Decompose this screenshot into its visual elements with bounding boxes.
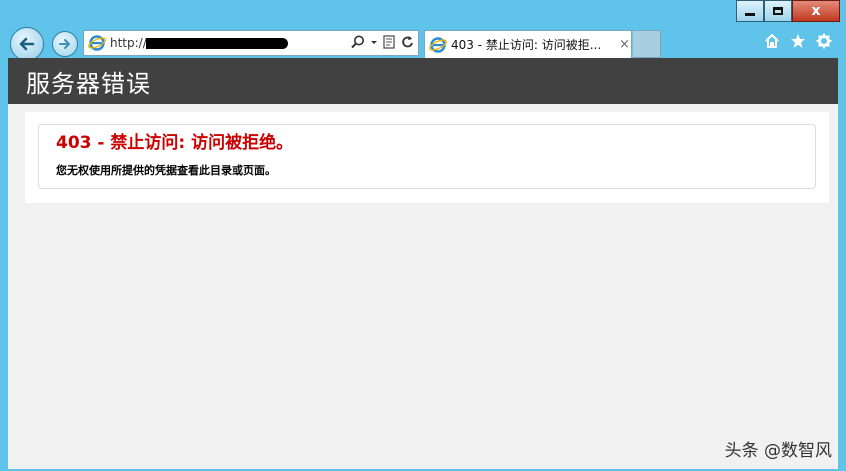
page-title: 服务器错误 (26, 69, 151, 98)
address-bar[interactable]: http://w (83, 30, 419, 56)
window-controls: x (736, 0, 840, 22)
minimize-icon (745, 12, 755, 16)
address-tools (350, 34, 414, 50)
compatibility-view-icon[interactable] (382, 34, 396, 50)
maximize-button[interactable] (764, 0, 792, 22)
error-description: 您无权使用所提供的凭据查看此目录或页面。 (56, 164, 276, 177)
new-tab-button[interactable] (633, 30, 661, 58)
url-redaction (146, 38, 288, 49)
browser-toolbar-right (764, 33, 832, 49)
tab-active[interactable]: 403 - 禁止访问: 访问被拒... × (424, 30, 632, 58)
watermark: 头条 @数智风 (724, 441, 832, 461)
ie-logo-icon (429, 36, 447, 53)
dropdown-icon[interactable] (370, 34, 378, 50)
ie-logo-icon (88, 35, 106, 51)
minimize-button[interactable] (736, 0, 764, 22)
page-header: 服务器错误 (8, 58, 838, 104)
refresh-icon[interactable] (400, 34, 414, 50)
error-heading: 403 - 禁止访问: 访问被拒绝。 (56, 133, 294, 153)
forward-button[interactable] (52, 31, 78, 57)
forward-arrow-icon (59, 39, 70, 49)
page-viewport: 服务器错误 403 - 禁止访问: 访问被拒绝。 您无权使用所提供的凭据查看此目… (8, 58, 838, 471)
tab-close-icon[interactable]: × (619, 37, 630, 52)
back-button[interactable] (10, 27, 44, 61)
settings-gear-icon[interactable] (816, 33, 832, 49)
home-icon[interactable] (764, 33, 780, 49)
search-icon[interactable] (350, 34, 366, 50)
content-panel: 403 - 禁止访问: 访问被拒绝。 您无权使用所提供的凭据查看此目录或页面。 (25, 112, 829, 203)
maximize-icon (773, 7, 783, 15)
back-arrow-icon (19, 37, 35, 51)
close-icon: x (811, 3, 821, 19)
favorites-star-icon[interactable] (790, 33, 806, 49)
error-box: 403 - 禁止访问: 访问被拒绝。 您无权使用所提供的凭据查看此目录或页面。 (38, 124, 816, 189)
close-window-button[interactable]: x (792, 0, 840, 22)
tab-title: 403 - 禁止访问: 访问被拒... (451, 38, 602, 52)
